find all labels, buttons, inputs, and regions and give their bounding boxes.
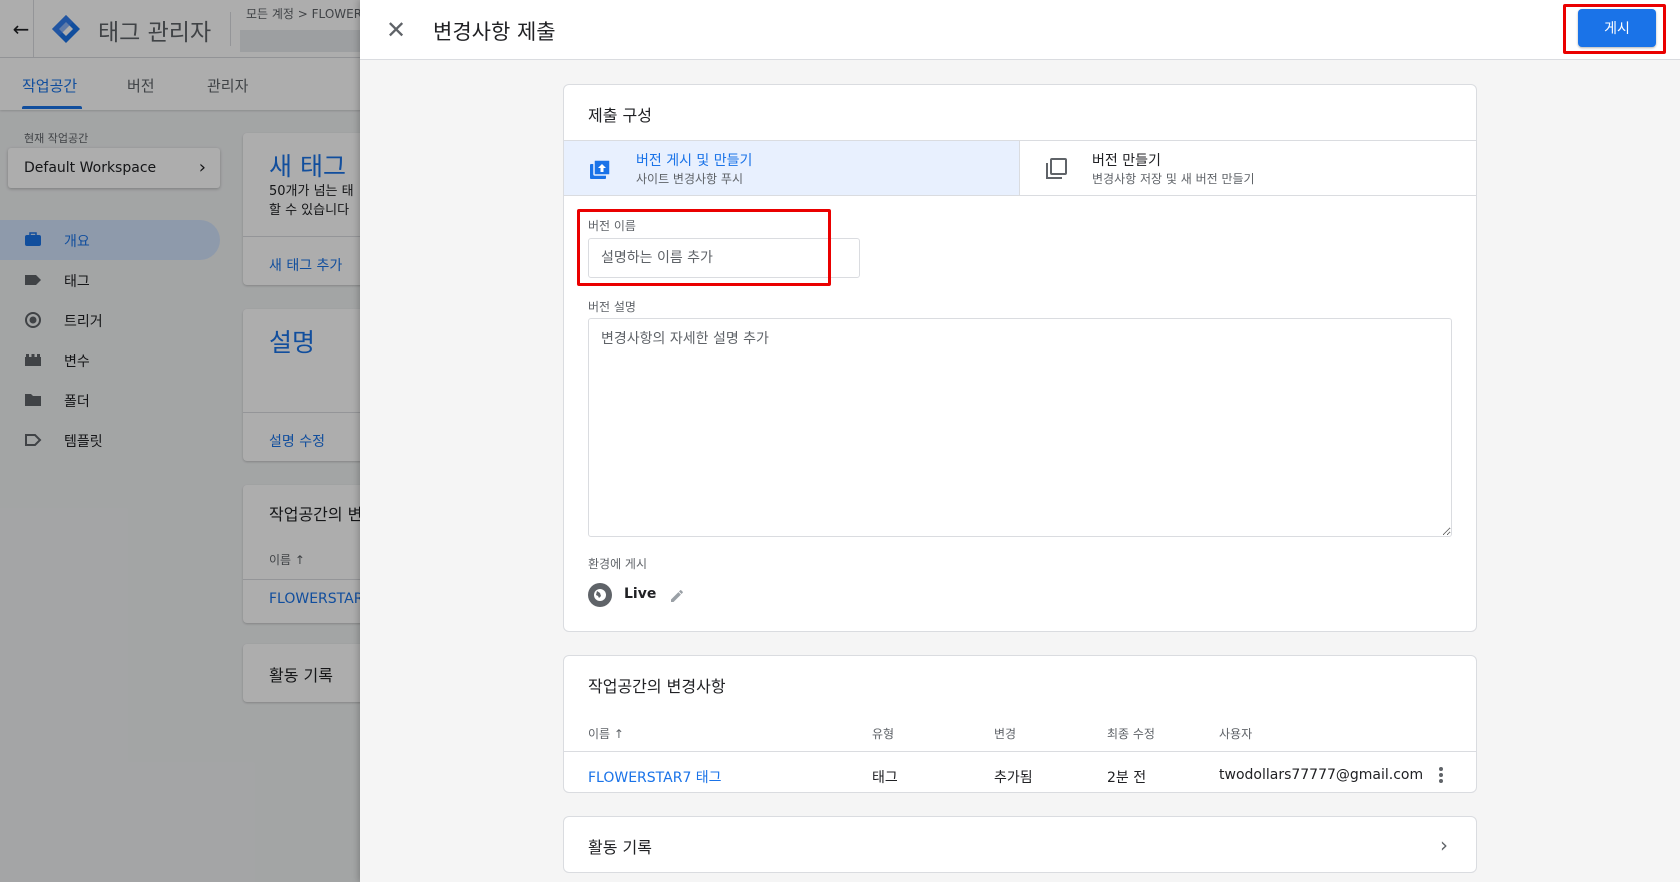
panel-title: 변경사항 제출 — [433, 20, 556, 44]
publish-button[interactable]: 게시 — [1578, 9, 1656, 47]
option-subtitle: 사이트 변경사항 푸시 — [636, 172, 743, 186]
option-create-version[interactable]: 버전 만들기 변경사항 저장 및 새 버전 만들기 — [1020, 141, 1476, 195]
column-header-user: 사용자 — [1219, 727, 1253, 741]
more-vert-icon[interactable] — [1429, 763, 1453, 787]
modal-scrim[interactable] — [0, 0, 360, 882]
column-header-change: 변경 — [994, 727, 1017, 741]
pencil-icon[interactable] — [668, 587, 686, 605]
column-header-last-modified: 최종 수정 — [1107, 727, 1155, 741]
version-description-label: 버전 설명 — [588, 300, 636, 314]
submit-changes-panel: ✕ 변경사항 제출 게시 제출 구성 버전 게시 및 만들기 사이트 변경사항 … — [360, 0, 1680, 882]
option-publish-and-create-version[interactable]: 버전 게시 및 만들기 사이트 변경사항 푸시 — [564, 141, 1019, 195]
divider — [564, 751, 1476, 752]
column-header-type: 유형 — [872, 727, 895, 741]
change-user: twodollars77777@gmail.com — [1219, 767, 1424, 783]
workspace-changes-card: 작업공간의 변경사항 이름 ↑ 유형 변경 최종 수정 사용자 FLOWERST… — [563, 655, 1477, 793]
copy-icon — [1046, 158, 1067, 179]
change-type: 태그 — [872, 770, 898, 786]
column-header-name[interactable]: 이름 ↑ — [588, 725, 624, 742]
change-last-modified: 2분 전 — [1107, 770, 1147, 786]
submission-config-card: 제출 구성 버전 게시 및 만들기 사이트 변경사항 푸시 버전 만들기 변경사… — [563, 84, 1477, 632]
environment-globe-icon — [588, 583, 612, 607]
submission-config-title: 제출 구성 — [588, 106, 652, 125]
change-status: 추가됨 — [994, 770, 1033, 786]
close-icon[interactable]: ✕ — [382, 16, 410, 44]
option-title: 버전 게시 및 만들기 — [636, 153, 753, 169]
workspace-changes-title: 작업공간의 변경사항 — [588, 677, 726, 696]
change-name-link[interactable]: FLOWERSTAR7 태그 — [588, 767, 722, 787]
activity-history-card[interactable]: 활동 기록 › — [563, 816, 1477, 873]
environment-name: Live — [624, 586, 657, 602]
panel-header: ✕ 변경사항 제출 게시 — [360, 0, 1680, 60]
chevron-right-icon: › — [1440, 833, 1448, 857]
option-subtitle: 변경사항 저장 및 새 버전 만들기 — [1092, 172, 1255, 186]
version-name-label: 버전 이름 — [588, 219, 636, 233]
version-description-textarea[interactable] — [588, 318, 1452, 537]
publish-environment-label: 환경에 게시 — [588, 557, 648, 571]
version-name-input[interactable] — [588, 238, 860, 278]
submission-options: 버전 게시 및 만들기 사이트 변경사항 푸시 버전 만들기 변경사항 저장 및… — [564, 140, 1476, 196]
option-title: 버전 만들기 — [1092, 153, 1161, 169]
activity-history-title: 활동 기록 — [588, 838, 652, 857]
publish-icon — [590, 159, 611, 179]
